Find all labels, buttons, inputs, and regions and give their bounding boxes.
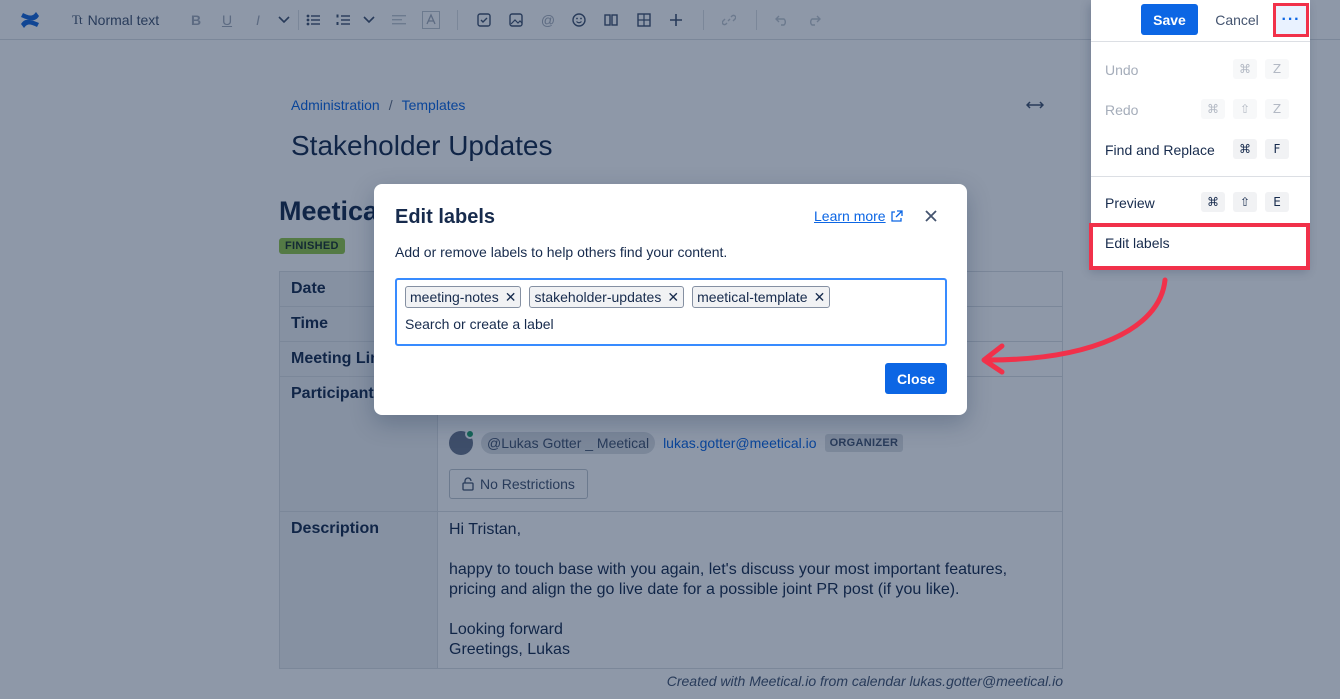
label-chip: stakeholder-updates ✕ [529,286,685,308]
command-key-icon: ⌘ [1233,59,1257,79]
dialog-description: Add or remove labels to help others find… [395,244,728,260]
close-button[interactable]: Close [885,363,947,394]
labels-field[interactable]: meeting-notes ✕ stakeholder-updates ✕ me… [395,278,947,346]
menu-item-find-replace[interactable]: Find and Replace [1105,142,1215,158]
shortcut-undo: ⌘ Z [1233,59,1289,79]
label-chip-text: meetical-template [697,289,808,305]
label-chip-text: meeting-notes [410,289,499,305]
remove-label-icon[interactable]: ✕ [814,289,826,306]
edit-labels-dialog: Edit labels Learn more Add or remove lab… [374,184,967,415]
shortcut-key: E [1265,192,1289,212]
command-key-icon: ⌘ [1201,99,1225,119]
label-chip: meetical-template ✕ [692,286,831,308]
menu-divider [1091,176,1310,177]
external-link-icon [890,209,903,222]
shortcut-key: F [1265,139,1289,159]
label-search-input[interactable] [405,316,937,332]
shortcut-key: Z [1265,59,1289,79]
menu-divider [1091,41,1310,42]
cancel-button[interactable]: Cancel [1205,4,1269,35]
learn-more-link[interactable]: Learn more [814,208,903,224]
more-actions-button[interactable]: ··· [1273,3,1309,37]
save-button[interactable]: Save [1141,4,1198,35]
menu-item-edit-labels[interactable]: Edit labels [1105,235,1170,251]
menu-item-redo[interactable]: Redo [1105,102,1138,118]
label-chip: meeting-notes ✕ [405,286,522,308]
shift-key-icon: ⇧ [1233,99,1257,119]
annotation-arrow-icon [981,277,1168,375]
command-key-icon: ⌘ [1233,139,1257,159]
learn-more-label: Learn more [814,208,886,224]
menu-item-preview[interactable]: Preview [1105,195,1155,211]
shift-key-icon: ⇧ [1233,192,1257,212]
remove-label-icon[interactable]: ✕ [667,289,679,306]
shortcut-redo: ⌘ ⇧ Z [1201,99,1289,119]
menu-item-undo[interactable]: Undo [1105,62,1138,78]
command-key-icon: ⌘ [1201,192,1225,212]
shortcut-preview: ⌘ ⇧ E [1201,192,1289,212]
remove-label-icon[interactable]: ✕ [505,289,517,306]
label-chips: meeting-notes ✕ stakeholder-updates ✕ me… [405,286,937,308]
shortcut-key: Z [1265,99,1289,119]
close-icon[interactable] [922,207,940,225]
dialog-title: Edit labels [395,206,496,228]
label-chip-text: stakeholder-updates [534,289,662,305]
shortcut-find-replace: ⌘ F [1233,139,1289,159]
